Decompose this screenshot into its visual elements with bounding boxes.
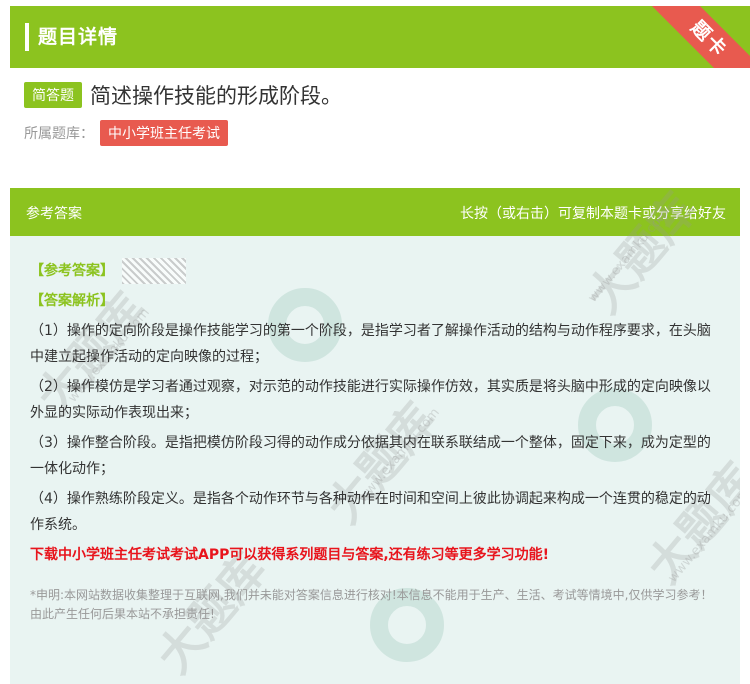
bank-tag[interactable]: 中小学班主任考试	[100, 120, 228, 146]
download-app-promo[interactable]: 下载中小学班主任考试考试APP可以获得系列题目与答案,还有练习等更多学习功能!	[30, 542, 720, 568]
analysis-label: 【答案解析】	[30, 293, 114, 309]
analysis-paragraph: （2）操作模仿是学习者通过观察，对示范的动作技能进行实际操作仿效，其实质是将头脑…	[30, 379, 711, 421]
answer-content: 【参考答案】 【答案解析】 （1）操作的定向阶段是操作技能学习的第一个阶段，是指…	[30, 258, 720, 624]
question-card-ribbon: 题卡	[636, 6, 750, 68]
copy-hint: 长按（或右击）可复制本题卡或分享给好友	[460, 206, 726, 222]
answer-image	[122, 258, 186, 284]
analysis-paragraph: （4）操作熟练阶段定义。是指各个动作环节与各种动作在时间和空间上彼此协调起来构成…	[30, 491, 711, 533]
disclaimer: *申明:本网站数据收集整理于互联网,我们并未能对答案信息进行核对!本信息不能用于…	[30, 588, 713, 621]
header-accent-bar	[25, 23, 29, 51]
answer-header: 参考答案 长按（或右击）可复制本题卡或分享给好友	[10, 188, 740, 236]
bank-label: 所属题库：	[24, 126, 94, 142]
question-title: 简述操作技能的形成阶段。	[90, 84, 342, 108]
answer-header-title: 参考答案	[26, 206, 82, 222]
answer-label: 【参考答案】	[30, 263, 114, 279]
question-section: 简答题 简述操作技能的形成阶段。 所属题库： 中小学班主任考试	[24, 80, 734, 146]
question-type-tag: 简答题	[24, 82, 82, 108]
analysis-paragraph: （1）操作的定向阶段是操作技能学习的第一个阶段，是指学习者了解操作活动的结构与动…	[30, 323, 711, 365]
analysis-paragraph: （3）操作整合阶段。是指把模仿阶段习得的动作成分依据其内在联系联结成一个整体，固…	[30, 435, 711, 477]
answer-card[interactable]: 参考答案 长按（或右击）可复制本题卡或分享给好友 大题库 大题库 大题库 大题库…	[10, 188, 740, 684]
page-title: 题目详情	[38, 26, 119, 48]
page-header: 题目详情 题卡	[10, 6, 750, 68]
